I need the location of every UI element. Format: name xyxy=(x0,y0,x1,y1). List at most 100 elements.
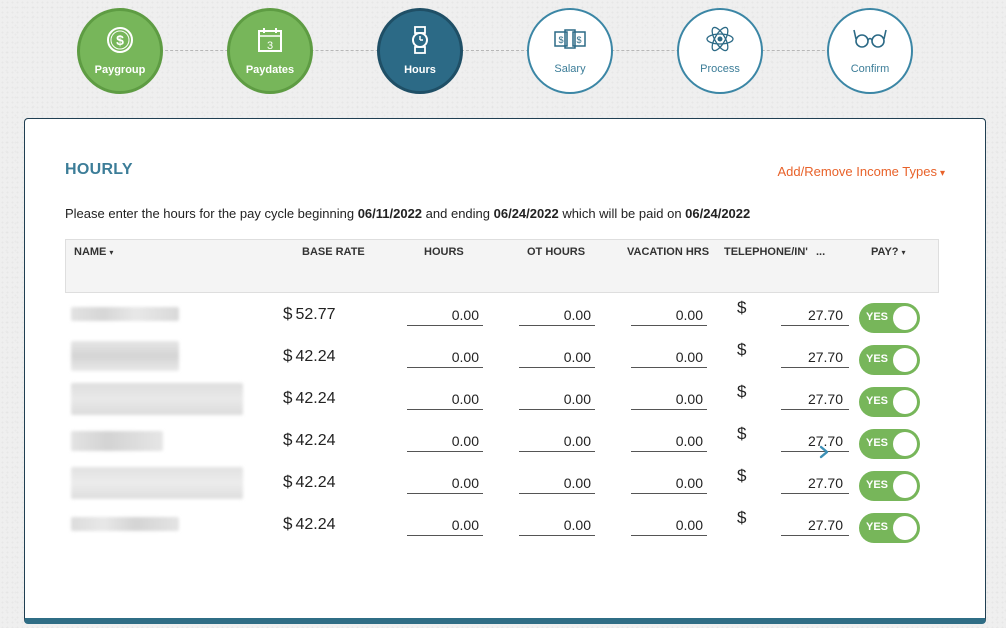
base-rate-value: 42.24 xyxy=(295,432,336,449)
name-column-header[interactable]: NAME ▾ xyxy=(74,246,113,258)
vacation-hours-input[interactable] xyxy=(631,346,707,368)
currency-symbol: $ xyxy=(283,304,293,323)
pay-toggle[interactable]: YES xyxy=(859,429,920,459)
currency-symbol: $ xyxy=(737,466,747,485)
table-row: $42.24 $ YES xyxy=(65,508,939,551)
pay-toggle[interactable]: YES xyxy=(859,387,920,417)
pay-toggle-label: YES xyxy=(866,437,889,449)
hours-input[interactable] xyxy=(407,346,483,368)
step-process[interactable]: Process xyxy=(677,8,763,94)
vacation-hours-input[interactable] xyxy=(631,430,707,452)
base-rate: $42.24 xyxy=(283,472,336,492)
pay-toggle[interactable]: YES xyxy=(859,303,920,333)
more-columns-button[interactable]: ... xyxy=(816,246,825,258)
ot-hours-input[interactable] xyxy=(519,346,595,368)
step-label: Confirm xyxy=(850,63,890,75)
employee-name-redacted xyxy=(71,467,243,499)
step-confirm[interactable]: Confirm xyxy=(827,8,913,94)
base-rate: $52.77 xyxy=(283,304,336,324)
cycle-end-date: 06/24/2022 xyxy=(493,206,559,221)
toggle-knob xyxy=(893,516,917,540)
pay-toggle-label: YES xyxy=(866,521,889,533)
table-row: $42.24 $ YES xyxy=(65,424,939,467)
calendar-icon: 3 xyxy=(252,22,288,58)
base-rate: $42.24 xyxy=(283,346,336,366)
dollar-circle-icon: $ xyxy=(102,22,138,58)
ot-hours-input[interactable] xyxy=(519,388,595,410)
step-label: Hours xyxy=(404,64,436,76)
vacation-hours-input[interactable] xyxy=(631,514,707,536)
currency-symbol: $ xyxy=(737,298,747,317)
toggle-knob xyxy=(893,432,917,456)
base-rate-value: 42.24 xyxy=(295,516,336,533)
step-paydates[interactable]: 3 Paydates xyxy=(227,8,313,94)
ot-hours-input[interactable] xyxy=(519,472,595,494)
atom-icon xyxy=(702,21,738,57)
hours-column-header: HOURS xyxy=(424,246,464,258)
telephone-input[interactable] xyxy=(781,472,849,494)
caret-down-icon: ▾ xyxy=(109,248,114,257)
base-rate-value: 42.24 xyxy=(295,474,336,491)
step-paygroup[interactable]: $ Paygroup xyxy=(77,8,163,94)
hours-input[interactable] xyxy=(407,514,483,536)
vacation-hours-input[interactable] xyxy=(631,388,707,410)
step-salary[interactable]: $ $ Salary xyxy=(527,8,613,94)
table-row: $42.24 $ YES xyxy=(65,382,939,425)
pay-cycle-instructions: Please enter the hours for the pay cycle… xyxy=(65,206,750,221)
step-label: Process xyxy=(700,63,740,75)
instructions-middle: and ending xyxy=(422,206,494,221)
vacation-hours-input[interactable] xyxy=(631,304,707,326)
employee-name-redacted xyxy=(71,307,179,321)
currency-symbol: $ xyxy=(283,388,293,407)
add-remove-income-types-link[interactable]: Add/Remove Income Types ▾ xyxy=(778,164,945,179)
telephone-input[interactable] xyxy=(781,514,849,536)
pay-toggle[interactable]: YES xyxy=(859,345,920,375)
step-label: Paygroup xyxy=(94,64,146,76)
glasses-icon xyxy=(852,21,888,57)
pay-toggle[interactable]: YES xyxy=(859,513,920,543)
pay-column-header[interactable]: PAY? ▾ xyxy=(871,246,906,258)
ot-hours-input[interactable] xyxy=(519,514,595,536)
pay-toggle[interactable]: YES xyxy=(859,471,920,501)
telephone-input[interactable] xyxy=(781,304,849,326)
pay-date: 06/24/2022 xyxy=(685,206,751,221)
table-row: $52.77 $ YES xyxy=(65,298,939,341)
employee-name-redacted xyxy=(71,383,243,415)
hours-input[interactable] xyxy=(407,388,483,410)
currency-symbol: $ xyxy=(283,514,293,533)
progress-stepper: $ Paygroup 3 Paydates Hours $ $ Salary P… xyxy=(0,0,1006,110)
vacation-column-header: VACATION HRS xyxy=(627,246,710,258)
ot-hours-input[interactable] xyxy=(519,304,595,326)
currency-symbol: $ xyxy=(737,508,747,527)
employee-name-redacted xyxy=(71,517,179,531)
employee-name-redacted xyxy=(71,431,163,451)
money-icon: $ $ xyxy=(552,21,588,57)
hourly-card: HOURLY Add/Remove Income Types ▾ Please e… xyxy=(24,118,986,624)
base-rate-value: 52.77 xyxy=(295,306,336,323)
step-label: Paydates xyxy=(245,64,295,76)
add-remove-label: Add/Remove Income Types xyxy=(777,164,937,179)
base-rate: $42.24 xyxy=(283,430,336,450)
step-hours[interactable]: Hours xyxy=(377,8,463,94)
name-header-label: NAME xyxy=(74,246,107,258)
table-row: $42.24 $ YES xyxy=(65,340,939,383)
svg-text:3: 3 xyxy=(267,40,273,52)
cycle-start-date: 06/11/2022 xyxy=(357,206,423,221)
telephone-input[interactable] xyxy=(781,346,849,368)
hours-input[interactable] xyxy=(407,430,483,452)
hours-input[interactable] xyxy=(407,304,483,326)
currency-symbol: $ xyxy=(283,430,293,449)
telephone-input[interactable] xyxy=(781,388,849,410)
telephone-column-header: TELEPHONE/IN' xyxy=(724,246,808,258)
svg-text:$: $ xyxy=(558,35,563,45)
ot-hours-input[interactable] xyxy=(519,430,595,452)
hours-input[interactable] xyxy=(407,472,483,494)
instructions-suffix: which will be paid on xyxy=(558,206,686,221)
vacation-hours-input[interactable] xyxy=(631,472,707,494)
telephone-input[interactable] xyxy=(781,430,849,452)
pay-toggle-label: YES xyxy=(866,311,889,323)
base-rate: $42.24 xyxy=(283,514,336,534)
base-rate: $42.24 xyxy=(283,388,336,408)
pay-toggle-label: YES xyxy=(866,479,889,491)
chevron-right-icon[interactable] xyxy=(817,444,835,462)
